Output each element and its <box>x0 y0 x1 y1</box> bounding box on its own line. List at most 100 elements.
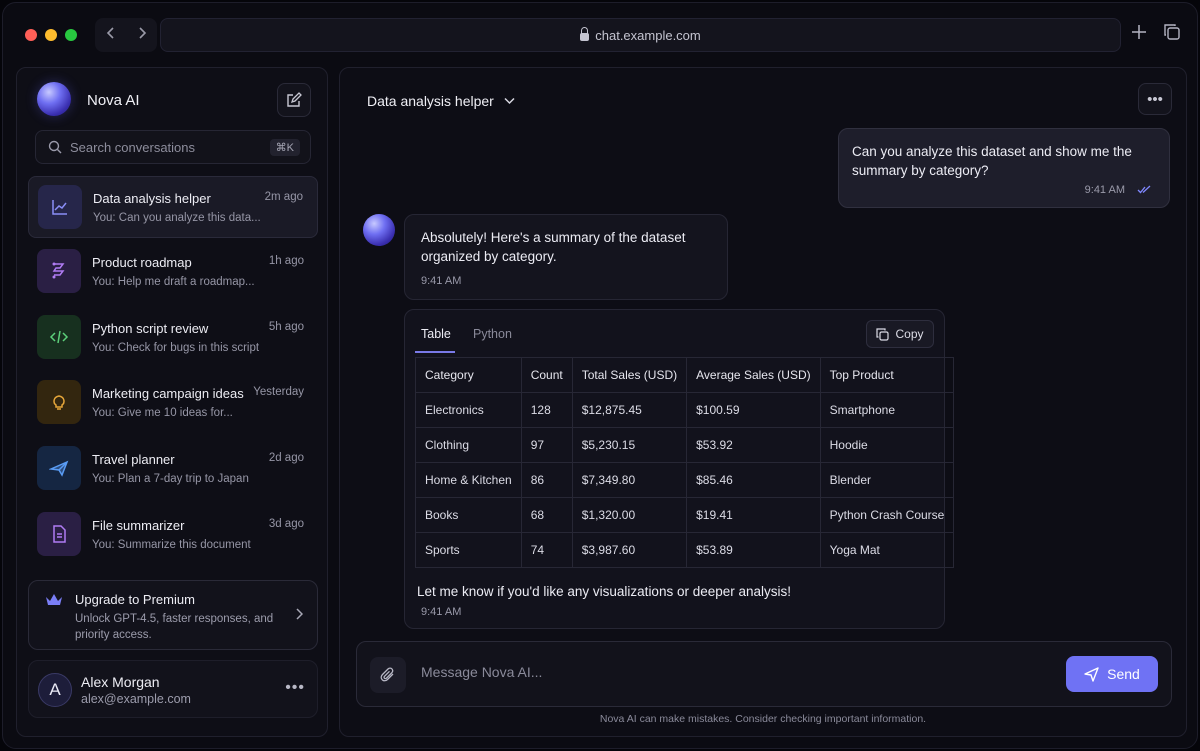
conversation-title: Product roadmap <box>92 255 192 270</box>
assistant-message: Absolutely! Here's a summary of the data… <box>404 214 728 300</box>
table-cell: 86 <box>520 462 573 498</box>
message-time: 9:41 AM <box>421 606 462 618</box>
conversation-preview: You: Summarize this document <box>92 539 251 551</box>
conversation-item-product-roadmap[interactable]: Product roadmap You: Help me draft a roa… <box>28 241 318 303</box>
table-cell: $53.92 <box>686 427 821 463</box>
upgrade-description: Unlock GPT-4.5, faster responses, and pr… <box>75 613 274 641</box>
app-window: chat.example.com Nova AI ⌘K Data analysi… <box>2 2 1198 749</box>
table-cell: $12,875.45 <box>571 392 688 428</box>
assistant-followup-text: Let me know if you'd like any visualizat… <box>417 584 792 599</box>
maximize-window-button[interactable] <box>65 29 77 41</box>
column-header: Average Sales (USD) <box>686 357 821 393</box>
conversation-item-marketing-ideas[interactable]: Marketing campaign ideas You: Give me 10… <box>28 372 318 434</box>
table-cell: 128 <box>520 392 573 428</box>
table-header-row: Category Count Total Sales (USD) Average… <box>415 357 955 393</box>
more-icon[interactable]: ••• <box>285 679 305 697</box>
nav-buttons <box>95 18 157 52</box>
chevron-down-icon <box>504 97 515 105</box>
column-header: Category <box>415 357 522 393</box>
copy-icon <box>1164 24 1180 40</box>
table-cell: Yoga Mat <box>819 532 955 568</box>
avatar: A <box>38 673 72 707</box>
search-input[interactable] <box>70 139 260 155</box>
conversation-preview: You: Help me draft a roadmap... <box>92 276 255 288</box>
copy-button[interactable]: Copy <box>866 320 934 348</box>
back-button[interactable] <box>99 26 123 45</box>
double-check-icon <box>1137 185 1151 197</box>
new-tab-button[interactable] <box>1131 23 1147 46</box>
more-options-button[interactable]: ••• <box>1138 83 1172 115</box>
url-text: chat.example.com <box>595 27 701 43</box>
chat-title: Data analysis helper <box>367 93 494 109</box>
chevron-left-icon <box>106 26 114 39</box>
forward-button[interactable] <box>130 26 154 45</box>
conversation-item-travel-planner[interactable]: Travel planner You: Plan a 7-day trip to… <box>28 438 318 500</box>
chevron-right-icon <box>295 607 304 623</box>
upgrade-title: Upgrade to Premium <box>75 592 195 607</box>
table-cell: $85.46 <box>686 462 821 498</box>
table-row: Sports 74 $3,987.60 $53.89 Yoga Mat <box>415 532 955 568</box>
conversation-preview: You: Plan a 7-day trip to Japan <box>92 473 249 485</box>
conversation-time: 2d ago <box>268 452 304 464</box>
conversation-title: Python script review <box>92 321 209 336</box>
message-input[interactable] <box>421 664 1021 680</box>
conversation-time: 2m ago <box>264 191 303 203</box>
summary-table: Category Count Total Sales (USD) Average… <box>415 357 955 568</box>
user-email: alex@example.com <box>81 692 191 706</box>
table-cell: $19.41 <box>686 497 821 533</box>
tab-table[interactable]: Table <box>421 327 451 341</box>
brand-name: Nova AI <box>87 92 140 109</box>
conversation-item-python-review[interactable]: Python script review You: Check for bugs… <box>28 307 318 369</box>
table-row: Electronics 128 $12,875.45 $100.59 Smart… <box>415 392 955 428</box>
address-bar[interactable]: chat.example.com <box>160 18 1121 52</box>
column-header: Top Product <box>819 357 955 393</box>
table-cell: $100.59 <box>686 392 821 428</box>
table-cell: 68 <box>520 497 573 533</box>
new-chat-icon <box>287 92 302 107</box>
upgrade-card[interactable]: Upgrade to Premium Unlock GPT-4.5, faste… <box>28 580 318 650</box>
assistant-avatar <box>363 214 395 246</box>
conversation-title: Marketing campaign ideas <box>92 386 244 401</box>
data-table-card: Table Python Copy Category Count Total S… <box>404 309 955 629</box>
table-row: Home & Kitchen 86 $7,349.80 $85.46 Blend… <box>415 462 955 498</box>
conversation-title: Travel planner <box>92 452 175 467</box>
attach-button[interactable] <box>370 657 406 693</box>
column-header: Count <box>520 357 573 393</box>
send-button[interactable]: Send <box>1066 656 1158 692</box>
conversation-preview: You: Check for bugs in this script <box>92 342 260 354</box>
assistant-message-text: Absolutely! Here's a summary of the data… <box>421 230 686 264</box>
copy-label: Copy <box>895 327 924 341</box>
conversation-title: File summarizer <box>92 518 185 533</box>
column-header: Total Sales (USD) <box>571 357 688 393</box>
new-chat-button[interactable] <box>277 83 311 117</box>
minimize-window-button[interactable] <box>45 29 57 41</box>
chat-title-dropdown[interactable]: Data analysis helper <box>367 93 515 109</box>
table-cell: $7,349.80 <box>571 462 688 498</box>
table-cell: Smartphone <box>819 392 955 428</box>
send-icon <box>1084 666 1099 682</box>
tab-python[interactable]: Python <box>473 327 512 341</box>
conversation-preview: You: Can you analyze this data... <box>93 212 261 224</box>
table-cell: 97 <box>520 427 573 463</box>
table-cell: $53.89 <box>686 532 821 568</box>
close-window-button[interactable] <box>25 29 37 41</box>
user-profile[interactable]: A Alex Morgan alex@example.com ••• <box>28 660 318 718</box>
search-box: ⌘K <box>35 130 311 164</box>
table-cell: $5,230.15 <box>571 427 688 463</box>
code-icon <box>37 315 81 359</box>
conversation-item-data-analysis[interactable]: Data analysis helper You: Can you analyz… <box>28 176 318 238</box>
table-cell: $3,987.60 <box>571 532 688 568</box>
conversation-preview: You: Give me 10 ideas for... <box>92 407 233 419</box>
browser-titlebar: chat.example.com <box>3 3 1197 65</box>
conversation-item-file-summarizer[interactable]: File summarizer You: Summarize this docu… <box>28 504 318 566</box>
chevron-right-icon <box>138 26 146 39</box>
table-cell: $1,320.00 <box>571 497 688 533</box>
message-time: 9:41 AM <box>421 275 462 287</box>
conversation-title: Data analysis helper <box>93 191 211 206</box>
tab-overview-button[interactable] <box>1163 23 1180 46</box>
table-cell: Hoodie <box>819 427 955 463</box>
table-cell: 74 <box>520 532 573 568</box>
table-cell: Blender <box>819 462 955 498</box>
lightbulb-icon <box>37 380 81 424</box>
roadmap-icon <box>37 249 81 293</box>
